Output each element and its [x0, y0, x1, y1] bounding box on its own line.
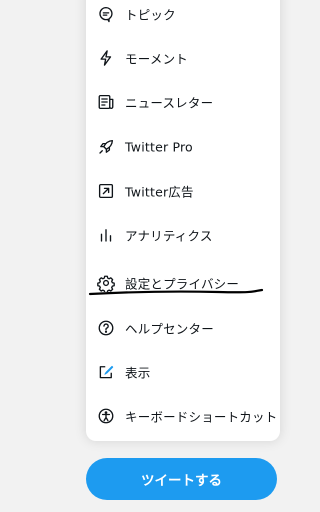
menu-item-twitter-pro[interactable]: Twitter Pro — [86, 125, 280, 169]
menu-item-topics[interactable]: トピック — [86, 0, 280, 36]
menu-item-help-center[interactable]: ヘルプセンター — [86, 306, 280, 350]
rocket-icon — [97, 138, 115, 156]
menu-item-newsletter[interactable]: ニュースレター — [86, 80, 280, 124]
menu-item-label: キーボードショートカット — [125, 409, 278, 425]
menu-item-label: トピック — [125, 7, 176, 23]
menu-item-label: 表示 — [125, 365, 151, 381]
menu-item-label: ニュースレター — [125, 95, 214, 111]
more-menu-panel: トピック モーメント ニュースレター Twitter Pro Twitter広告… — [86, 0, 280, 441]
menu-item-moments[interactable]: モーメント — [86, 36, 280, 80]
newsletter-icon — [97, 93, 115, 111]
accessibility-icon — [97, 407, 115, 425]
menu-item-twitter-ads[interactable]: Twitter広告 — [86, 169, 280, 213]
topics-icon — [97, 5, 115, 23]
menu-item-keyboard-shortcuts[interactable]: キーボードショートカット — [86, 394, 280, 438]
menu-item-label: Twitter Pro — [125, 139, 193, 155]
help-icon — [97, 319, 115, 337]
menu-item-display[interactable]: 表示 — [86, 350, 280, 394]
moments-icon — [97, 49, 115, 67]
menu-item-label: ヘルプセンター — [125, 321, 214, 337]
tweet-button[interactable]: ツイートする — [86, 458, 277, 500]
menu-item-label: Twitter広告 — [125, 184, 194, 200]
menu-item-analytics[interactable]: アナリティクス — [86, 213, 280, 257]
menu-item-label: モーメント — [125, 51, 189, 67]
ads-icon — [97, 182, 115, 200]
handwritten-underline — [88, 288, 264, 296]
display-icon — [97, 363, 115, 381]
menu-item-label: アナリティクス — [125, 228, 213, 244]
analytics-icon — [97, 226, 115, 244]
